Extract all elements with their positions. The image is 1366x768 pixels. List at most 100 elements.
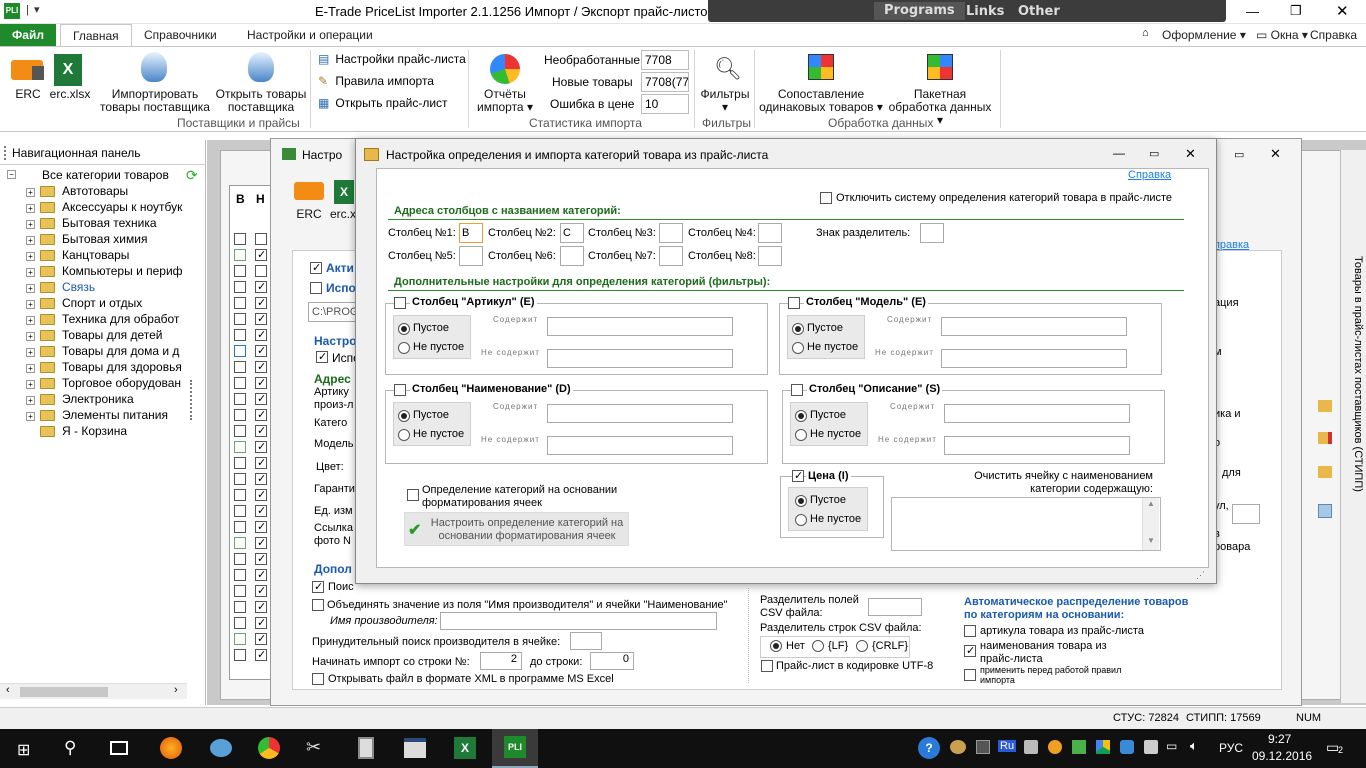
active-checkbox[interactable] [310,262,322,274]
filter-article-checkbox[interactable] [394,297,406,309]
tree-item[interactable]: Элементы питания [62,408,186,422]
scroll-thumb[interactable] [20,687,108,697]
doc-icon[interactable] [1318,504,1332,518]
tree-item[interactable]: Компьютеры и периф [62,264,186,278]
tree-item[interactable]: Товары для дома и д [62,344,186,358]
open-goods-button[interactable]: Открыть товары поставщика [214,50,308,114]
grid-checkbox-n[interactable] [255,393,267,405]
grid-checkbox-v[interactable] [234,441,246,453]
taskbar-app2[interactable] [200,731,240,767]
help-tray-icon[interactable]: ? [918,737,940,759]
grid-checkbox-v[interactable] [234,393,246,405]
tree-item[interactable]: Бытовая техника [62,216,186,230]
import-goods-button[interactable]: Импортировать товары поставщика [96,50,214,114]
tree-item[interactable]: Электроника [62,392,186,406]
filter-model-empty-radio[interactable] [792,323,804,335]
search-button[interactable]: ⚲ [52,731,92,767]
folder-icon-2[interactable] [1318,432,1332,444]
tree-item[interactable]: Автотовары [62,184,186,198]
tree-item[interactable]: Бытовая химия [62,232,186,246]
apply-rules-checkbox[interactable] [964,669,976,681]
search-checkbox[interactable] [312,581,324,593]
expand-icon[interactable]: + [26,252,35,261]
grid-checkbox-n[interactable] [255,409,267,421]
language-indicator[interactable]: РУС [1219,741,1243,755]
force-search-input[interactable] [570,632,602,650]
network-icon[interactable]: ▭ [1166,739,1177,753]
grid-checkbox-v[interactable] [234,281,246,293]
grid-checkbox-n[interactable] [255,585,267,597]
grid-checkbox-v[interactable] [234,361,246,373]
taskbar-app-window[interactable] [394,731,434,767]
format-settings-button[interactable]: ✔ Настроить определение категорий на осн… [404,512,629,546]
utf8-checkbox[interactable] [761,660,773,672]
col7-input[interactable] [659,246,683,266]
price-checkbox[interactable] [792,470,804,482]
tray-icon-4[interactable] [1048,740,1062,754]
grid-checkbox-n[interactable] [255,361,267,373]
expand-icon[interactable]: + [26,396,35,405]
tray-icon-2[interactable] [976,740,990,754]
expand-icon[interactable]: + [26,268,35,277]
refresh-icon[interactable]: ⟳ [186,167,198,184]
expand-icon[interactable]: + [26,188,35,197]
scroll-down-icon[interactable]: ▼ [1147,536,1155,545]
clock-date[interactable]: 09.12.2016 [1252,749,1312,763]
col3-input[interactable] [659,223,683,243]
tray-icon-1[interactable] [950,740,966,754]
grid-checkbox-n[interactable] [255,457,267,469]
grid-checkbox-v[interactable] [234,473,246,485]
dialog-close-icon[interactable]: ✕ [1185,146,1196,162]
grid-checkbox-n[interactable] [255,473,267,485]
dialog-minimize-icon[interactable]: — [1113,146,1125,160]
qat-dropdown-icon[interactable]: ▾ [34,3,40,16]
win1-restore-icon[interactable]: ▭ [1234,148,1244,161]
grid-checkbox-n[interactable] [255,377,267,389]
col4-input[interactable] [758,223,782,243]
folder-icon-1[interactable] [1318,400,1332,412]
filter-model-checkbox[interactable] [788,297,800,309]
grid-checkbox-n[interactable] [255,569,267,581]
grid-checkbox-v[interactable] [234,489,246,501]
erc-button[interactable]: ERC [8,52,48,104]
expand-icon[interactable]: + [26,284,35,293]
dialog-help-link[interactable]: Справка [1128,169,1171,181]
taskbar-firefox[interactable] [150,731,190,767]
grid-checkbox-v[interactable] [234,505,246,517]
filter-name-notempty-radio[interactable] [398,429,410,441]
expand-icon[interactable]: + [26,332,35,341]
folder-icon-3[interactable] [1318,466,1332,478]
grid-checkbox-v[interactable] [234,425,246,437]
minimize-icon[interactable]: — [1246,4,1259,19]
filter-article-not-contains-input[interactable] [547,349,733,368]
start-row-input[interactable]: 2 [480,652,522,670]
volume-icon[interactable]: 🔈︎ [1190,738,1198,754]
tree-item[interactable]: Я - Корзина [62,424,186,438]
overlay-tab-links[interactable]: Links [966,4,1004,19]
filters-button[interactable]: 🔍︎ Фильтры ▾ [698,52,752,114]
col1-input[interactable]: B [459,223,483,243]
grid-checkbox-v[interactable] [234,585,246,597]
expand-icon[interactable]: + [26,348,35,357]
expand-icon[interactable]: + [26,316,35,325]
grid-checkbox-n[interactable] [255,329,267,341]
col8-input[interactable] [758,246,782,266]
filter-model-contains-input[interactable] [941,317,1127,336]
grid-checkbox-n[interactable] [255,281,267,293]
grid-checkbox-n[interactable] [255,505,267,517]
to-row-input[interactable]: 0 [590,652,634,670]
tab-references[interactable]: Справочники [144,28,217,42]
import-rules-button[interactable]: ✎ Правила импорта [318,74,434,88]
start-button[interactable]: ⊞ [4,731,44,767]
grid-checkbox-v[interactable] [234,569,246,581]
grid-checkbox-n[interactable] [255,313,267,325]
tray-icon-7[interactable] [1144,740,1158,754]
combine-checkbox[interactable] [312,599,324,611]
tree-root[interactable]: Все категории товаров [42,168,169,182]
tree-item[interactable]: Связь [62,280,186,294]
filter-desc-checkbox[interactable] [791,384,803,396]
use-checkbox[interactable] [310,282,322,294]
filter-desc-empty-radio[interactable] [795,410,807,422]
expand-icon[interactable]: + [26,220,35,229]
grid-checkbox-v[interactable] [234,329,246,341]
